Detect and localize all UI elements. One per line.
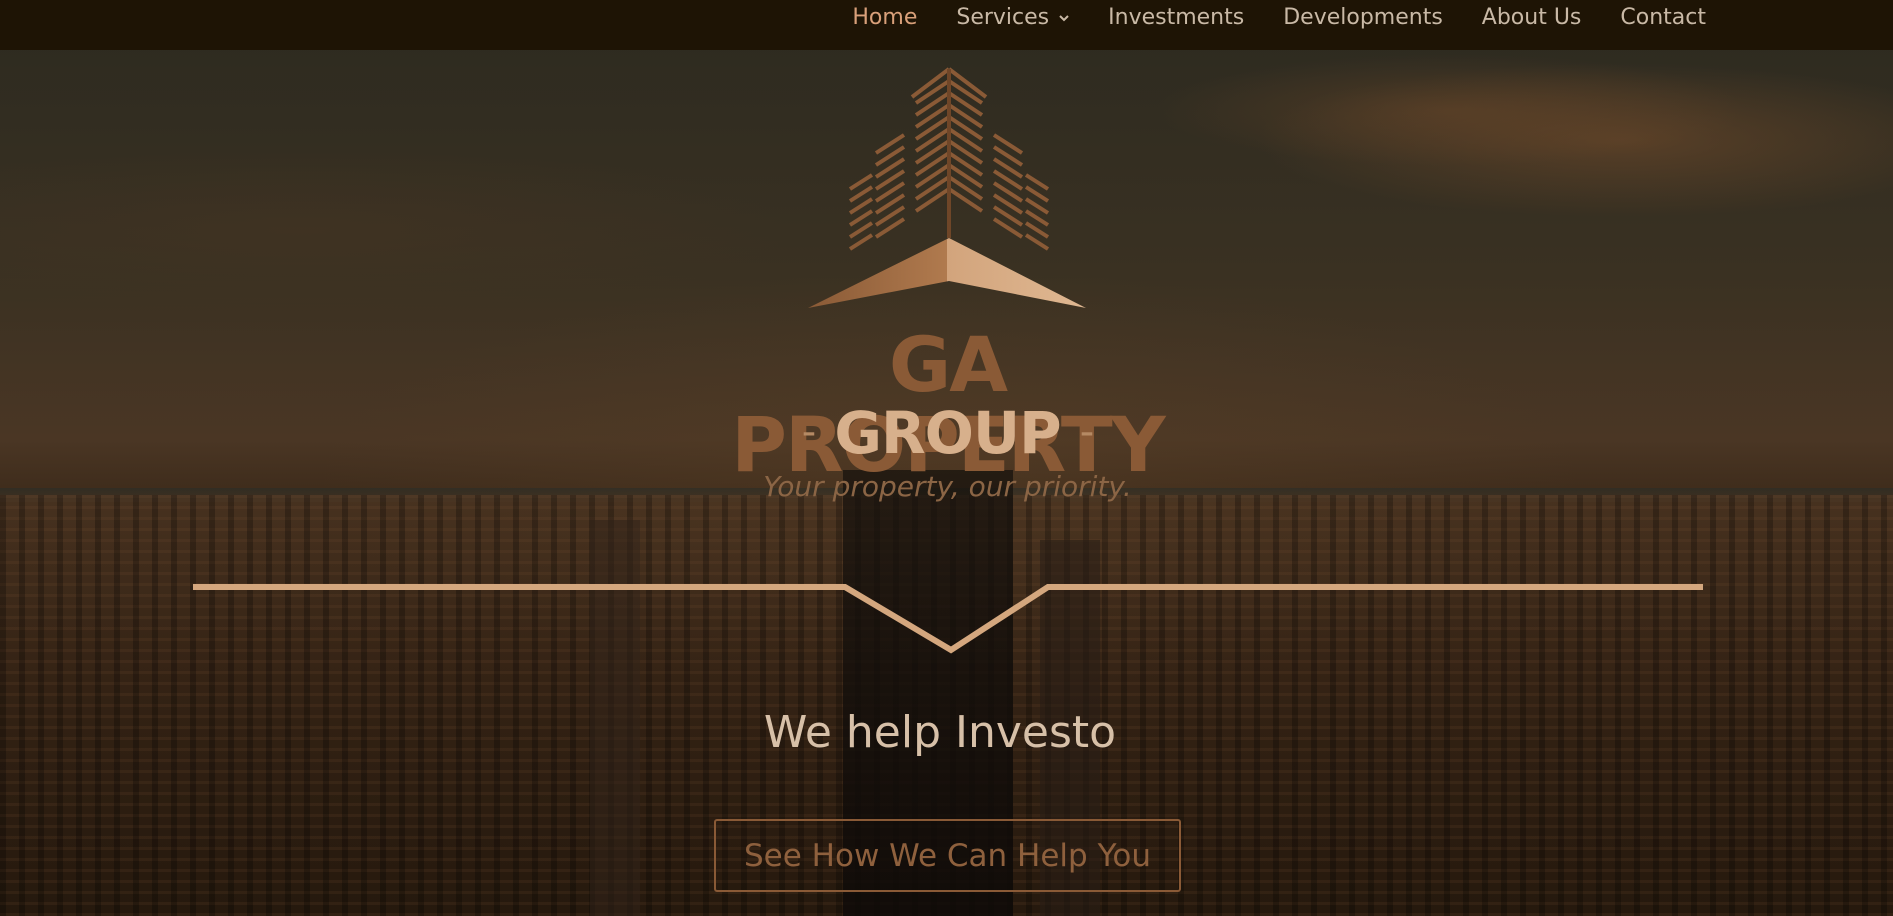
brand-dash: - (1079, 409, 1094, 455)
see-how-we-can-help-button[interactable]: See How We Can Help You (714, 819, 1181, 892)
nav-item-home[interactable]: Home (852, 5, 917, 30)
chevron-divider (193, 584, 1703, 654)
brand-subname-text: GROUP (834, 399, 1061, 467)
nav-item-investments[interactable]: Investments (1108, 5, 1244, 30)
nav-item-label: Investments (1108, 4, 1245, 30)
nav-item-services[interactable]: Services (956, 5, 1069, 30)
building-logo-icon (808, 67, 1086, 308)
brand-tagline: Your property, our priority. (763, 470, 1132, 503)
nav-item-contact[interactable]: Contact (1620, 5, 1706, 30)
chevron-down-icon (1059, 15, 1069, 22)
nav-item-developments[interactable]: Developments (1283, 5, 1443, 30)
nav-item-label: Developments (1283, 4, 1443, 30)
top-nav-bar: Home Services Investments Developments A… (0, 0, 1893, 50)
nav-item-label: Contact (1620, 4, 1706, 30)
nav-item-label: Home (852, 4, 918, 30)
brand-dash: - (801, 409, 816, 455)
brand-subname: - GROUP - (700, 400, 1195, 465)
nav-item-label: About Us (1481, 4, 1582, 30)
nav-item-label: Services (956, 4, 1050, 30)
nav-item-about-us[interactable]: About Us (1482, 5, 1582, 30)
nav-menu: Home Services Investments Developments A… (813, 0, 1706, 34)
hero-headline: We help Investo (763, 707, 1117, 758)
